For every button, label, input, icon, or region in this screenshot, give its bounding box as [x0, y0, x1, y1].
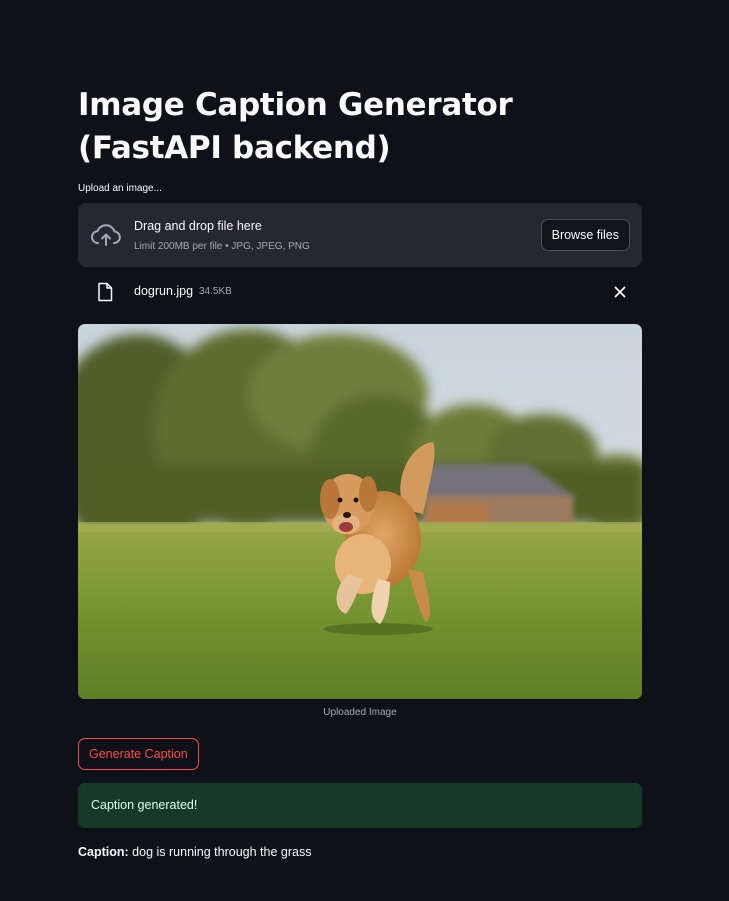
cloud-upload-icon [91, 224, 121, 246]
generate-caption-button[interactable]: Generate Caption [78, 738, 199, 770]
file-name: dogrun.jpg [134, 284, 194, 298]
dropzone-limit-text: Limit 200MB per file • JPG, JPEG, PNG [134, 241, 310, 252]
uploaded-file-row: dogrun.jpg 34.5KB [78, 278, 642, 306]
upload-label: Upload an image... [78, 183, 162, 194]
success-alert: Caption generated! [78, 783, 642, 828]
page-title: Image Caption Generator (FastAPI backend… [78, 87, 513, 166]
file-dropzone[interactable]: Drag and drop file here Limit 200MB per … [78, 203, 642, 267]
close-icon[interactable] [612, 284, 628, 300]
dropzone-instruction: Drag and drop file here [134, 219, 262, 233]
caption-result-text: dog is running through the grass [132, 845, 312, 859]
dog-running-photo [78, 324, 642, 699]
caption-result: Caption: dog is running through the gras… [78, 845, 311, 859]
uploaded-image [78, 324, 642, 699]
success-message: Caption generated! [91, 798, 198, 812]
file-icon [98, 282, 113, 302]
file-size: 34.5KB [199, 286, 232, 297]
image-caption: Uploaded Image [323, 707, 397, 718]
caption-result-label: Caption: [78, 845, 129, 859]
browse-files-button[interactable]: Browse files [540, 219, 630, 251]
